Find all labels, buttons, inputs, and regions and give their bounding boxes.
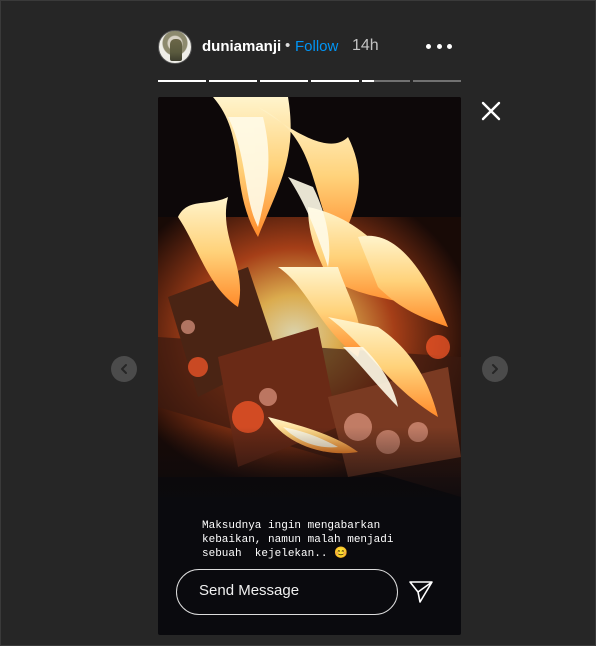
- progress-fill: [158, 80, 206, 82]
- chevron-left-icon: [121, 364, 127, 374]
- progress-segment: [158, 80, 206, 82]
- close-icon[interactable]: [478, 98, 504, 124]
- story-header: duniamanji • Follow 14h: [158, 28, 460, 66]
- progress-segment: [311, 80, 359, 82]
- time-ago: 14h: [352, 37, 379, 54]
- more-options-icon[interactable]: [426, 36, 452, 56]
- message-input[interactable]: [199, 582, 379, 599]
- progress-fill: [362, 80, 374, 82]
- progress-fill: [311, 80, 359, 82]
- progress-segment: [362, 80, 410, 82]
- progress-segment: [209, 80, 257, 82]
- progress-segment: [260, 80, 308, 82]
- progress-fill: [209, 80, 257, 82]
- send-message-field[interactable]: [176, 569, 398, 615]
- username[interactable]: duniamanji: [202, 38, 281, 55]
- chevron-right-icon: [492, 364, 498, 374]
- next-story-button[interactable]: [482, 356, 508, 382]
- progress-segment: [413, 80, 461, 82]
- image-fade: [158, 427, 461, 517]
- avatar[interactable]: [158, 30, 192, 64]
- send-icon[interactable]: [408, 579, 434, 605]
- story-progress-bar: [158, 80, 461, 83]
- story-caption: Maksudnya ingin mengabarkan kebaikan, na…: [202, 520, 394, 560]
- follow-button[interactable]: Follow: [295, 38, 338, 55]
- progress-fill: [260, 80, 308, 82]
- separator-dot: •: [285, 37, 291, 54]
- previous-story-button[interactable]: [111, 356, 137, 382]
- story-media[interactable]: Maksudnya ingin mengabarkan kebaikan, na…: [158, 97, 461, 635]
